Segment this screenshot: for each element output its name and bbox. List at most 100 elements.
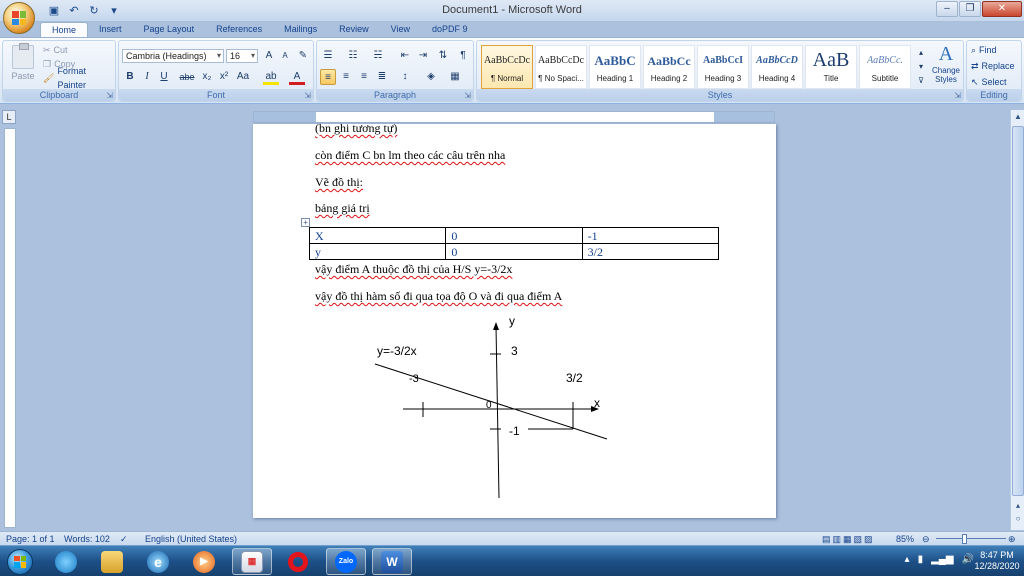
style-heading-3[interactable]: AaBbCcI Heading 3 [697,45,749,89]
tab-insert[interactable]: Insert [88,22,133,38]
table-cell[interactable]: 3/2 [581,243,720,260]
taskbar-app-5[interactable]: ▦ [232,548,272,575]
zoom-slider[interactable] [936,538,1006,539]
restore-button[interactable]: ❐ [959,1,981,17]
style-no-spacing[interactable]: AaBbCcDc ¶ No Spaci... [535,45,587,89]
underline-button[interactable]: U [156,69,172,85]
show-formatting-icon[interactable]: ¶ [455,48,471,64]
style-subtitle[interactable]: AaBbCc. Subtitle [859,45,911,89]
table-cell[interactable]: y [308,243,447,260]
italic-button[interactable]: I [139,69,155,85]
minimize-button[interactable]: – [936,1,958,17]
increase-indent-icon[interactable]: ⇥ [415,48,431,64]
scroll-thumb[interactable] [1012,126,1024,496]
styles-launcher-icon[interactable]: ⇲ [954,91,961,100]
paragraph-1[interactable]: (bn ghi tương tự) [315,121,397,136]
change-styles-button[interactable]: A Change Styles [929,43,963,84]
language-indicator[interactable]: English (United States) [145,533,237,545]
show-hidden-icons-icon[interactable]: ▴ [905,554,910,565]
paragraph-4[interactable]: bảng giá trị [315,201,370,216]
select-button[interactable]: ↖ Select [971,75,1007,89]
cut-button[interactable]: ✂ Cut [43,43,68,57]
multilevel-list-icon[interactable]: ☵ [370,48,386,64]
superscript-button[interactable]: x² [216,69,232,85]
zoom-level[interactable]: 85% [896,533,914,545]
taskbar-ie[interactable]: e [138,548,178,575]
styles-more-icon[interactable]: ⊽ [913,73,929,89]
taskbar-search[interactable] [46,548,86,575]
paragraph-2[interactable]: còn điểm C bn lm theo các câu trên nha [315,148,505,163]
taskbar-explorer[interactable] [92,548,132,575]
previous-page-icon[interactable]: ▴ [1012,500,1024,512]
highlight-button[interactable]: ab [263,69,279,85]
format-painter-button[interactable]: 🖌 Format Painter [43,66,115,90]
clipboard-launcher-icon[interactable]: ⇲ [106,91,113,100]
table-cell[interactable]: X [308,227,447,244]
vertical-ruler[interactable] [4,128,16,528]
replace-button[interactable]: ⇄ Replace [971,59,1015,73]
align-center-icon[interactable]: ≡ [338,69,354,85]
scroll-up-icon[interactable]: ▲ [1012,111,1024,123]
clear-formatting-icon[interactable]: ✎ [295,48,311,64]
bold-button[interactable]: B [122,69,138,85]
grow-font-icon[interactable]: A [261,48,277,64]
tab-home[interactable]: Home [40,22,89,38]
office-button[interactable] [3,2,35,34]
zoom-in-icon[interactable]: ⊕ [1008,533,1016,545]
tab-review[interactable]: Review [328,22,380,38]
subscript-button[interactable]: x₂ [199,69,215,85]
style-heading-1[interactable]: AaBbC Heading 1 [589,45,641,89]
select-browse-object-icon[interactable]: ○ [1012,513,1024,525]
start-button[interactable] [2,546,38,576]
shrink-font-icon[interactable]: A [277,48,293,64]
paragraph-launcher-icon[interactable]: ⇲ [464,91,471,100]
tab-mailings[interactable]: Mailings [273,22,328,38]
align-left-icon[interactable]: ≡ [320,69,336,85]
tab-dopdf[interactable]: doPDF 9 [421,22,479,38]
line-spacing-icon[interactable]: ↕ [397,69,413,85]
document-page[interactable]: (bn ghi tương tự) còn điểm C bn lm theo … [253,121,776,518]
decrease-indent-icon[interactable]: ⇤ [397,48,413,64]
tab-view[interactable]: View [380,22,421,38]
sort-icon[interactable]: ⇅ [435,48,451,64]
system-clock[interactable]: 8:47 PM 12/28/2020 [974,550,1020,572]
font-launcher-icon[interactable]: ⇲ [304,91,311,100]
vertical-scrollbar[interactable]: ▲ ▴ ○ [1010,110,1024,530]
values-table[interactable]: X 0 -1 y 0 3/2 [308,227,720,260]
page-count[interactable]: Page: 1 of 1 [6,533,55,545]
paragraph-3[interactable]: Vẽ đồ thị: [315,175,363,190]
tab-references[interactable]: References [205,22,273,38]
network-icon[interactable]: ▮ [918,554,924,565]
taskbar-opera[interactable] [278,548,318,575]
zoom-out-icon[interactable]: ⊖ [922,533,930,545]
word-count[interactable]: Words: 102 [64,533,110,545]
signal-icon[interactable]: ▂▄▆ [931,554,953,565]
find-button[interactable]: ⌕ Find [971,43,997,57]
paragraph-5[interactable]: vậy điểm A thuộc đồ thị của H/S y=-3/2x [315,262,512,277]
style-heading-2[interactable]: AaBbCc Heading 2 [643,45,695,89]
font-family-select[interactable]: Cambria (Headings) [122,49,224,63]
zoom-slider-thumb[interactable] [962,534,967,544]
taskbar-zalo[interactable]: Zalo [326,548,366,575]
proofing-icon[interactable]: ✓ [120,533,128,545]
align-right-icon[interactable]: ≡ [356,69,372,85]
justify-icon[interactable]: ≣ [374,69,390,85]
tab-selector[interactable]: L [2,110,16,124]
style-title[interactable]: AaB Title [805,45,857,89]
table-move-handle-icon[interactable]: + [301,218,310,227]
font-color-button[interactable]: A [289,69,305,85]
function-graph[interactable]: y x 0 3 y=-3/2x -3 3/2 -1 [373,316,613,498]
taskbar-word[interactable]: W [372,548,412,575]
shading-icon[interactable]: ◈ [423,69,439,85]
font-size-select[interactable]: 16 [226,49,258,63]
strikethrough-button[interactable]: abe [179,69,195,85]
close-button[interactable]: ✕ [982,1,1022,17]
taskbar-media[interactable]: ▶ [184,548,224,575]
volume-icon[interactable]: 🔊 [962,554,974,565]
bullets-icon[interactable]: ☰ [320,48,336,64]
tab-page-layout[interactable]: Page Layout [133,22,206,38]
style-normal[interactable]: AaBbCcDc ¶ Normal [481,45,533,89]
numbering-icon[interactable]: ☷ [345,48,361,64]
table-cell[interactable]: 0 [445,227,583,244]
table-cell[interactable]: -1 [581,227,720,244]
